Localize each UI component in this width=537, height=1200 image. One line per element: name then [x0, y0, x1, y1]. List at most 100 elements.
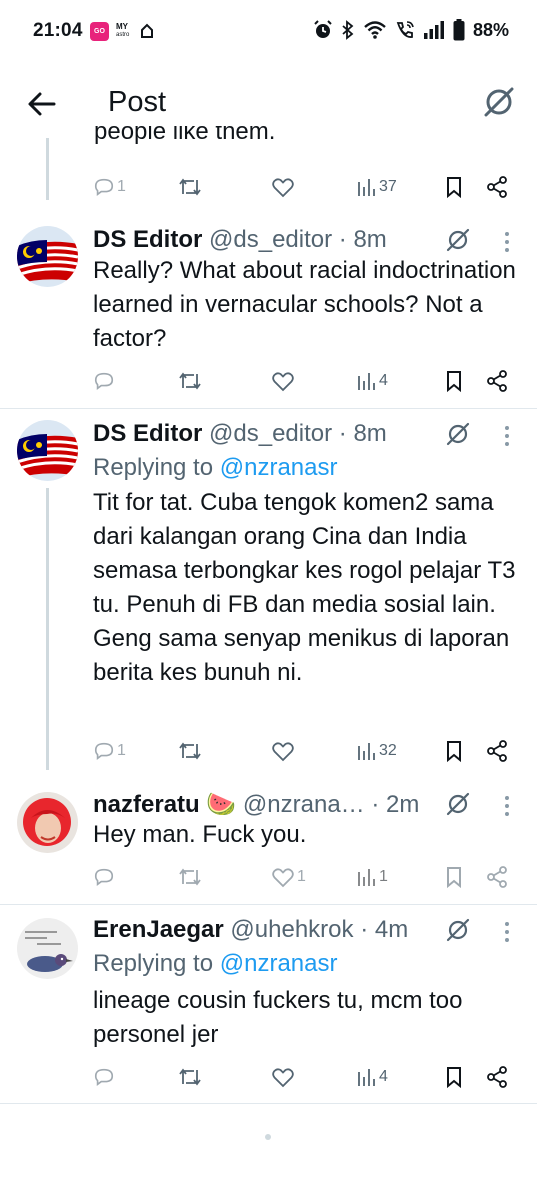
heart-icon: [272, 742, 294, 762]
bookmark-icon: [447, 741, 461, 763]
grok-icon[interactable]: [444, 790, 472, 818]
thread-line: [46, 138, 49, 200]
share-icon: [487, 370, 507, 392]
reply-button[interactable]: 1: [93, 174, 126, 200]
tweet[interactable]: DS Editor @ds_editor · 8m Replying to @n…: [0, 420, 537, 788]
share-button[interactable]: [485, 738, 509, 764]
author-name[interactable]: ErenJaegar: [93, 916, 224, 943]
share-icon: [487, 1066, 507, 1088]
reply-button[interactable]: [93, 368, 115, 394]
bookmark-button[interactable]: [444, 368, 464, 394]
author-handle[interactable]: @ds_editor: [209, 226, 332, 253]
author-name[interactable]: DS Editor: [93, 420, 202, 447]
author-name[interactable]: DS Editor: [93, 226, 202, 253]
separator-dot: ·: [338, 420, 347, 447]
like-button[interactable]: [271, 1064, 295, 1090]
app-notification-icon: GO: [90, 22, 109, 41]
alarm-icon: [314, 20, 332, 38]
views-count: 32: [379, 742, 397, 759]
like-button[interactable]: 1: [271, 864, 306, 890]
reply-icon: [94, 372, 114, 390]
heart-icon: [272, 178, 294, 198]
like-button[interactable]: [271, 174, 295, 200]
tweet-text: Hey man. Fuck you.: [93, 821, 307, 848]
tweet[interactable]: ErenJaegar @uhehkrok · 4m Replying to @n…: [0, 916, 537, 1102]
bookmark-button[interactable]: [444, 174, 464, 200]
mention-link[interactable]: @nzranasr: [220, 950, 338, 977]
avatar[interactable]: [17, 792, 78, 853]
separator-dot: ·: [371, 791, 380, 818]
more-options-icon[interactable]: [500, 230, 514, 254]
grok-icon[interactable]: [481, 84, 517, 120]
watermelon-emoji: 🍉: [206, 791, 237, 818]
reply-button[interactable]: [93, 1064, 115, 1090]
reply-count: 1: [117, 178, 126, 195]
tweet-actions: 1 32: [93, 738, 513, 764]
author-handle[interactable]: @ds_editor: [209, 420, 332, 447]
repost-icon: [179, 1068, 201, 1086]
share-button[interactable]: [485, 864, 509, 890]
avatar[interactable]: [17, 226, 78, 287]
author-handle[interactable]: @uhehkrok: [230, 916, 353, 943]
arrow-left-icon[interactable]: [24, 86, 60, 122]
heart-icon: [272, 868, 294, 888]
tweet-time[interactable]: 8m: [353, 420, 386, 447]
replying-to: Replying to @nzranasr: [93, 454, 338, 481]
share-icon: [487, 740, 507, 762]
repost-icon: [179, 742, 201, 760]
bookmark-button[interactable]: [444, 864, 464, 890]
tweet[interactable]: DS Editor @ds_editor · 8m Really? What a…: [0, 226, 537, 408]
grok-icon[interactable]: [444, 916, 472, 944]
share-button[interactable]: [485, 368, 509, 394]
like-button[interactable]: [271, 738, 295, 764]
divider: [0, 1103, 537, 1104]
tweet-time[interactable]: 8m: [353, 226, 386, 253]
views-button[interactable]: 1: [357, 864, 388, 890]
grok-icon[interactable]: [444, 226, 472, 254]
tweet-text: Tit for tat. Cuba tengok komen2 sama dar…: [93, 489, 516, 686]
more-options-icon[interactable]: [500, 920, 514, 944]
bookmark-button[interactable]: [444, 1064, 464, 1090]
repost-icon: [179, 868, 201, 886]
repost-icon: [179, 178, 201, 196]
share-button[interactable]: [485, 1064, 509, 1090]
replying-to: Replying to @nzranasr: [93, 950, 338, 977]
tweet[interactable]: nazferatu 🍉 @nzrana… · 2m Hey man. Fuck …: [0, 790, 537, 904]
views-button[interactable]: 4: [357, 1064, 388, 1090]
more-options-icon[interactable]: [500, 794, 514, 818]
battery-icon: [453, 19, 465, 41]
divider: [0, 904, 537, 905]
tweet-text: Really? What about racial indoctrination…: [93, 257, 516, 352]
more-options-icon[interactable]: [500, 424, 514, 448]
heart-icon: [272, 1068, 294, 1088]
divider: [0, 408, 537, 409]
grok-icon[interactable]: [444, 420, 472, 448]
like-button[interactable]: [271, 368, 295, 394]
loading-indicator: [265, 1134, 271, 1140]
bird-meme-avatar: [17, 918, 78, 979]
red-hair-avatar: [17, 792, 78, 853]
views-button[interactable]: 37: [357, 174, 397, 200]
share-button[interactable]: [485, 174, 509, 200]
tweet-time[interactable]: 2m: [386, 791, 419, 818]
bookmark-button[interactable]: [444, 738, 464, 764]
views-button[interactable]: 4: [357, 368, 388, 394]
repost-button[interactable]: [178, 174, 202, 200]
repost-button[interactable]: [178, 738, 202, 764]
views-button[interactable]: 32: [357, 738, 397, 764]
mention-link[interactable]: @nzranasr: [220, 454, 338, 481]
reply-icon: [94, 1068, 114, 1086]
repost-button[interactable]: [178, 864, 202, 890]
malaysia-flag-avatar: [17, 420, 78, 481]
avatar[interactable]: [17, 420, 78, 481]
avatar[interactable]: [17, 918, 78, 979]
repost-button[interactable]: [178, 368, 202, 394]
bookmark-icon: [447, 867, 461, 889]
repost-button[interactable]: [178, 1064, 202, 1090]
author-handle[interactable]: @nzrana…: [243, 791, 365, 818]
reply-button[interactable]: 1: [93, 738, 126, 764]
author-name[interactable]: nazferatu: [93, 791, 200, 818]
reply-button[interactable]: [93, 864, 115, 890]
tweet-time[interactable]: 4m: [375, 916, 408, 943]
share-icon: [487, 866, 507, 888]
